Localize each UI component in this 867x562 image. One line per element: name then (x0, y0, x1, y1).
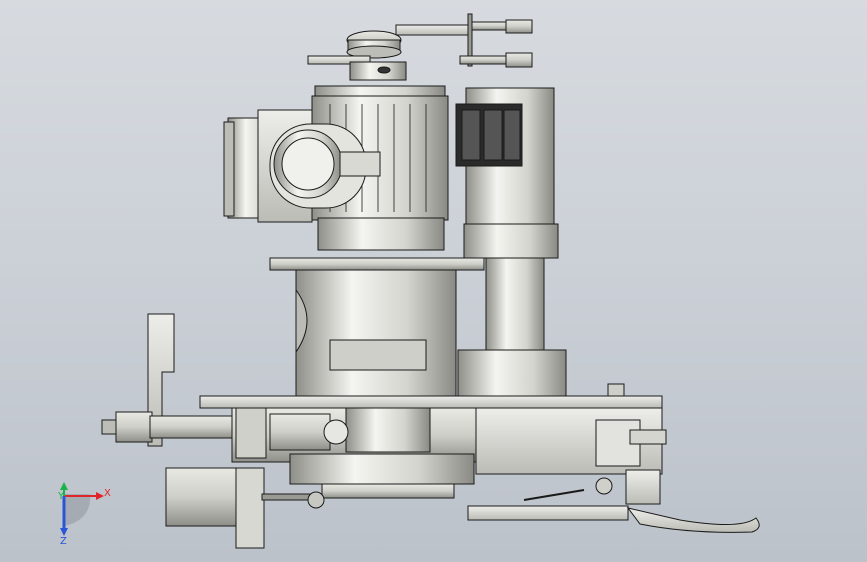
left-handle (101, 313, 267, 459)
clamp-arm (467, 477, 760, 533)
gearbox-housing (223, 85, 449, 251)
spindle-body (269, 257, 485, 397)
top-lever-assembly (307, 13, 533, 81)
cad-viewport[interactable] (0, 0, 867, 562)
assembly-model[interactable] (101, 13, 760, 549)
servo-motor (455, 87, 567, 399)
